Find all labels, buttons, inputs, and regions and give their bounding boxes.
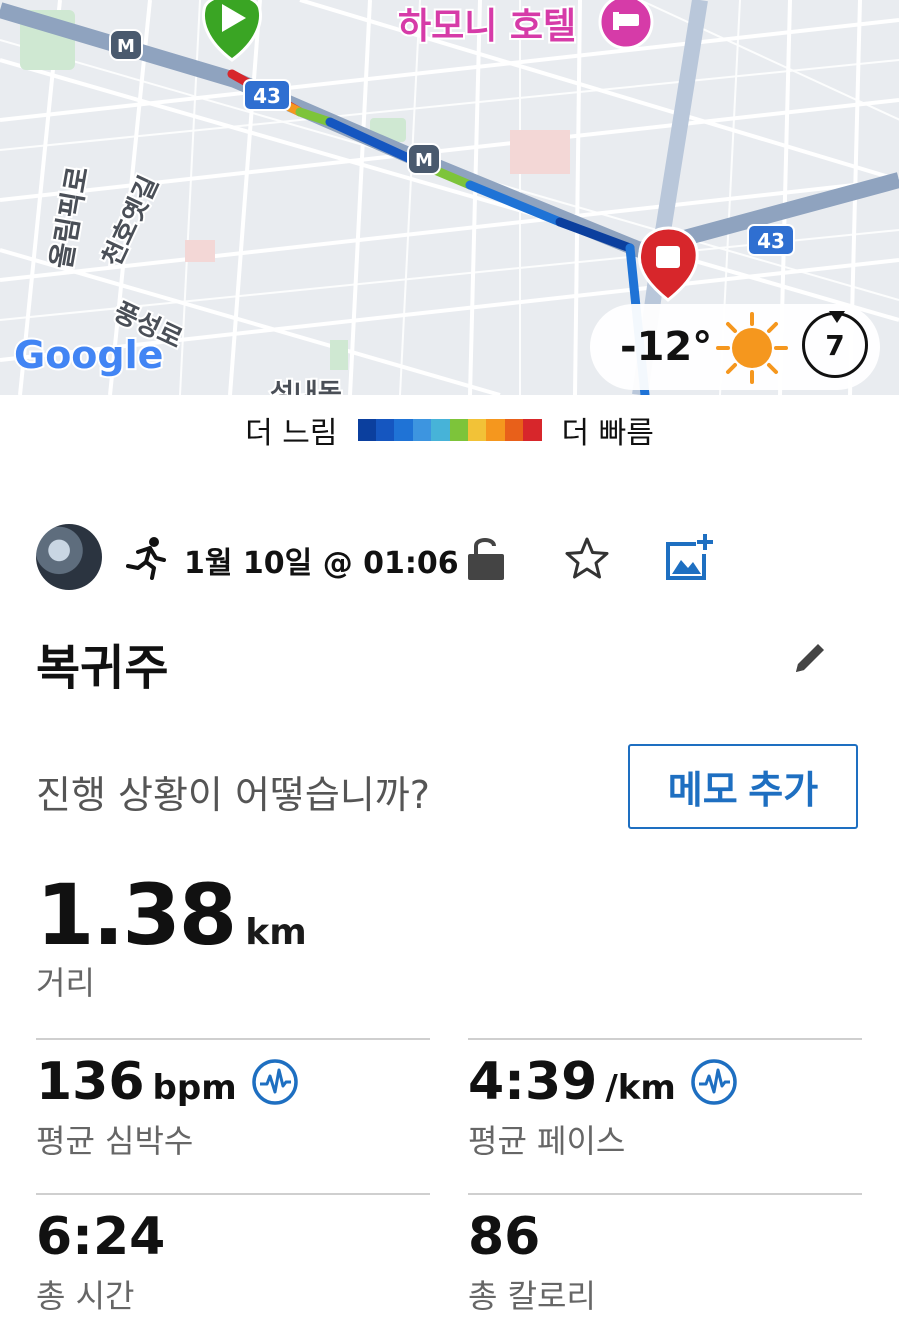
legend-color-swatch: [486, 419, 505, 441]
wind-indicator-icon: 7: [802, 311, 868, 378]
avatar[interactable]: [36, 524, 102, 590]
temperature: -12°: [620, 324, 713, 370]
legend-color-swatch: [467, 419, 487, 441]
legend-slow-label: 더 느림: [245, 416, 338, 451]
legend-fast-label: 더 빠름: [561, 416, 654, 451]
distance-label: 거리: [36, 964, 95, 1002]
google-logo: Google: [14, 333, 163, 377]
metro-badge-2: M: [415, 150, 433, 171]
heart-rate-value: 136: [36, 1052, 145, 1112]
running-icon: [126, 537, 166, 580]
progress-prompt: 진행 상황이 어떻습니까?: [36, 773, 430, 817]
legend-color-swatch: [504, 419, 524, 441]
hotel-icon[interactable]: [598, 0, 654, 50]
heart-rate-chart-icon: [251, 1059, 298, 1105]
total-time-value: 6:24: [36, 1207, 166, 1267]
legend-color-swatch: [412, 419, 432, 441]
wind-value: 7: [825, 328, 845, 362]
weather-pill[interactable]: -12° 7: [590, 304, 880, 390]
route-badge-2: 43: [757, 229, 785, 253]
road-label-seongnae: 성내동: [270, 379, 342, 395]
legend-color-scale: [357, 419, 542, 441]
activity-title: 복귀주: [36, 640, 169, 696]
distance-unit: km: [245, 912, 307, 953]
edit-pencil-icon[interactable]: [792, 640, 828, 676]
stat-total-time[interactable]: 6:24 총 시간: [36, 1193, 430, 1315]
legend-color-swatch: [449, 419, 468, 441]
pace-chart-icon: [691, 1059, 737, 1105]
legend-color-swatch: [431, 419, 450, 441]
calories-label: 총 칼로리: [468, 1277, 596, 1315]
distance-number: 1.38: [36, 866, 237, 964]
add-photo-icon[interactable]: [664, 532, 714, 582]
calories-value: 86: [468, 1207, 541, 1267]
star-icon[interactable]: [564, 536, 610, 580]
distance-value: 1.38 km: [36, 866, 307, 964]
add-memo-button[interactable]: 메모 추가: [628, 744, 858, 829]
activity-date: 1월 10일 @ 01:06: [184, 546, 459, 581]
pace-label: 평균 페이스: [468, 1122, 626, 1160]
pace-legend: 더 느림 더 빠름: [0, 395, 899, 465]
heart-rate-unit: bpm: [152, 1068, 237, 1108]
route-badge-1: 43: [253, 84, 281, 108]
total-time-label: 총 시간: [36, 1277, 135, 1315]
pace-unit: /km: [605, 1068, 676, 1108]
metro-badge-1: M: [117, 36, 135, 57]
activity-meta-row: 1월 10일 @ 01:06: [36, 524, 866, 590]
stat-heart-rate[interactable]: 136 bpm 평균 심박수: [36, 1038, 430, 1190]
hotel-label: 하모니 호텔: [398, 6, 576, 47]
stat-pace[interactable]: 4:39 /km 평균 페이스: [468, 1038, 862, 1190]
heart-rate-label: 평균 심박수: [36, 1122, 194, 1160]
sun-icon: [716, 312, 788, 384]
unlock-icon[interactable]: [466, 534, 506, 582]
stat-calories[interactable]: 86 총 칼로리: [468, 1193, 862, 1315]
legend-color-swatch: [357, 419, 376, 441]
legend-color-swatch: [375, 419, 395, 441]
pace-value: 4:39: [468, 1052, 598, 1112]
legend-color-swatch: [394, 419, 413, 441]
legend-color-swatch: [523, 419, 542, 441]
route-map[interactable]: 43 43 M M 올림픽로 천호옛길 풍성로 성내동 하모니 호텔 Googl…: [0, 0, 899, 395]
